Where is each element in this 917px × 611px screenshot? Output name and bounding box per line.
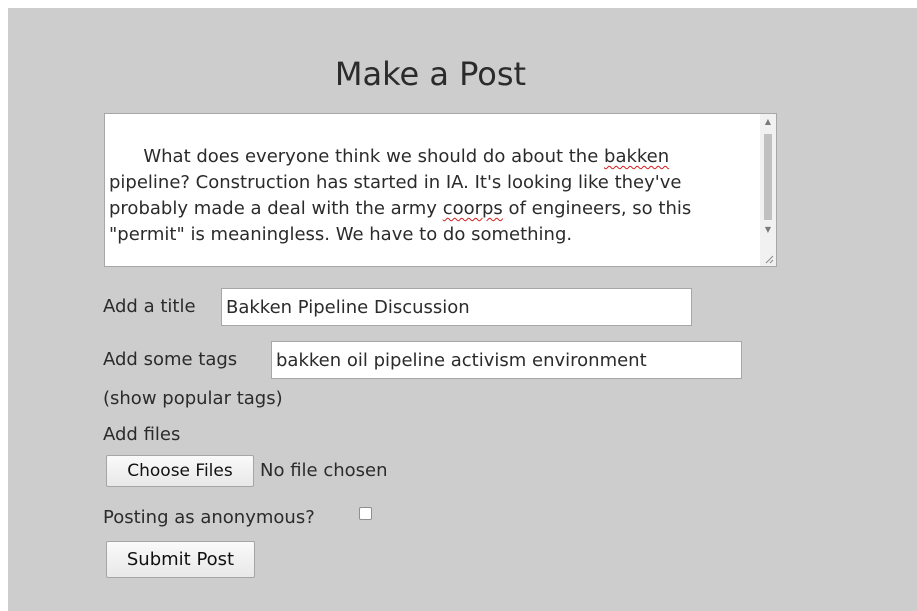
choose-files-button[interactable]: Choose Files [106, 455, 254, 487]
show-popular-tags-link[interactable]: (show popular tags) [103, 387, 283, 411]
scroll-up-icon[interactable]: ▲ [760, 114, 776, 130]
textarea-scrollbar[interactable]: ▲ ▼ [760, 114, 776, 266]
post-form-panel: Make a Post What does everyone think we … [8, 8, 917, 611]
submit-post-button[interactable]: Submit Post [106, 541, 255, 578]
title-input[interactable] [221, 288, 692, 326]
scroll-down-icon[interactable]: ▼ [760, 222, 776, 238]
page-title: Make a Post [334, 55, 527, 93]
anonymous-checkbox[interactable] [359, 507, 372, 520]
misspelled-word: coorps [442, 198, 503, 219]
misspelled-word: bakken [604, 146, 670, 167]
post-body-segment: What does everyone think we should do ab… [143, 146, 605, 167]
tags-label: Add some tags [103, 349, 238, 370]
tags-input[interactable] [271, 341, 742, 379]
scroll-thumb[interactable] [764, 134, 772, 220]
post-body-textarea[interactable]: What does everyone think we should do ab… [104, 113, 777, 267]
add-files-label: Add files [103, 424, 181, 445]
anonymous-label: Posting as anonymous? [103, 507, 315, 528]
file-status-text: No file chosen [260, 460, 388, 481]
post-body-text: What does everyone think we should do ab… [109, 118, 749, 266]
title-label: Add a title [103, 296, 196, 317]
resize-grip-icon[interactable] [764, 254, 774, 264]
